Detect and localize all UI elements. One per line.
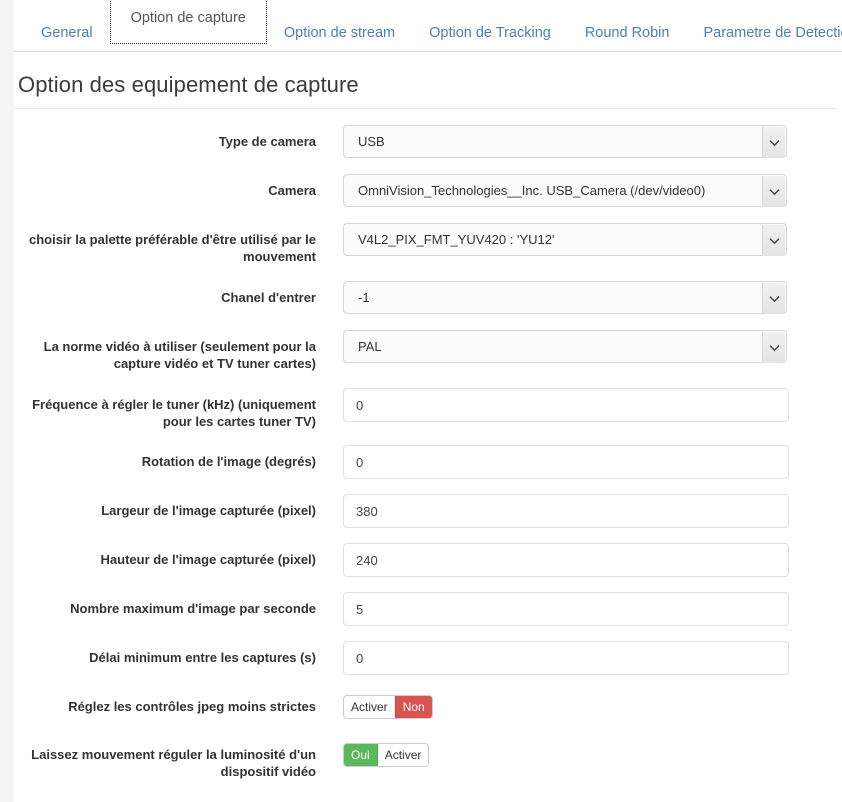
toggle-group-auto-brightness[interactable]: Oui Activer: [343, 743, 430, 767]
control-wrap-camera: OmniVision_Technologies__Inc. USB_Camera…: [316, 174, 842, 207]
label-video-norm: La norme vidéo à utiliser (seulement pou…: [43, 339, 316, 371]
control-wrap-auto-brightness: Oui Activer: [316, 738, 842, 767]
chevron-down-icon[interactable]: [762, 332, 785, 363]
label-height: Hauteur de l'image capturée (pixel): [100, 552, 316, 567]
form-row-max-fps: Nombre maximum d'image par seconde: [14, 592, 842, 626]
tab-round-robin[interactable]: Round Robin: [568, 15, 687, 53]
form-row-auto-brightness: Laissez mouvement réguler la luminosité …: [14, 738, 842, 780]
toggle-auto-brightness-on[interactable]: Oui: [344, 744, 378, 766]
label-jpeg-relaxed: Réglez les contrôles jpeg moins strictes: [68, 699, 316, 714]
select-camera-value: OmniVision_Technologies__Inc. USB_Camera…: [358, 183, 706, 198]
input-min-delay[interactable]: [343, 641, 789, 675]
label-camera-type: Type de camera: [218, 134, 316, 149]
form-row-rotation: Rotation de l'image (degrés): [14, 445, 842, 479]
tab-parametre-de-detection[interactable]: Parametre de Detection: [686, 15, 842, 53]
control-wrap-width: [316, 494, 842, 528]
content-container: General Option de capture Option de stre…: [14, 0, 842, 802]
label-palette: choisir la palette préférable d'être uti…: [28, 232, 316, 264]
label-rotation: Rotation de l'image (degrés): [141, 454, 316, 469]
control-wrap-camera-type: USB: [316, 125, 842, 158]
control-wrap-max-fps: [316, 592, 842, 626]
form-row-camera: Camera OmniVision_Technologies__Inc. USB…: [14, 174, 842, 207]
label-input-channel: Chanel d'entrer: [221, 290, 316, 305]
form-row-min-delay: Délai minimum entre les captures (s): [14, 641, 842, 675]
chevron-down-icon[interactable]: [762, 283, 785, 314]
form-row-jpeg-relaxed: Réglez les contrôles jpeg moins strictes…: [14, 690, 842, 719]
form-row-video-norm: La norme vidéo à utiliser (seulement pou…: [14, 330, 842, 372]
select-palette[interactable]: V4L2_PIX_FMT_YUV420 : 'YU12': [343, 223, 787, 256]
control-wrap-rotation: [316, 445, 842, 479]
toggle-group-jpeg-relaxed[interactable]: Activer Non: [343, 695, 433, 719]
form-row-height: Hauteur de l'image capturée (pixel): [14, 543, 842, 577]
label-tuner-frequency: Fréquence à régler le tuner (kHz) (uniqu…: [32, 397, 316, 429]
control-wrap-min-delay: [316, 641, 842, 675]
tab-option-de-stream[interactable]: Option de stream: [267, 15, 412, 53]
page-root: General Option de capture Option de stre…: [0, 0, 842, 802]
toggle-auto-brightness-off[interactable]: Activer: [377, 744, 429, 766]
form-row-width: Largeur de l'image capturée (pixel): [14, 494, 842, 528]
form-row-tuner-frequency: Fréquence à régler le tuner (kHz) (uniqu…: [14, 388, 842, 430]
chevron-down-icon[interactable]: [762, 225, 785, 256]
form-row-palette: choisir la palette préférable d'être uti…: [14, 223, 842, 265]
tab-option-de-capture[interactable]: Option de capture: [109, 0, 267, 44]
control-wrap-jpeg-relaxed: Activer Non: [316, 690, 842, 719]
page-title: Option des equipement de capture: [18, 72, 359, 97]
control-wrap-tuner-frequency: [316, 388, 842, 422]
form-row-input-channel: Chanel d'entrer -1: [14, 281, 842, 314]
tab-option-de-tracking[interactable]: Option de Tracking: [412, 15, 568, 53]
input-width[interactable]: [343, 494, 789, 528]
select-video-norm-value: PAL: [358, 339, 382, 354]
label-max-fps: Nombre maximum d'image par seconde: [70, 601, 316, 616]
form-row-camera-type: Type de camera USB: [14, 125, 842, 158]
select-input-channel[interactable]: -1: [343, 281, 787, 314]
select-camera-type[interactable]: USB: [343, 125, 787, 158]
toggle-jpeg-relaxed-on[interactable]: Non: [394, 696, 432, 718]
capture-options-form: Type de camera USB Camera OmniVision_Tec…: [14, 109, 842, 780]
select-video-norm[interactable]: PAL: [343, 330, 787, 363]
input-rotation[interactable]: [343, 445, 789, 479]
input-tuner-frequency[interactable]: [343, 388, 789, 422]
tab-general[interactable]: General: [24, 15, 110, 53]
chevron-down-icon[interactable]: [762, 127, 785, 158]
input-max-fps[interactable]: [343, 592, 789, 626]
control-wrap-video-norm: PAL: [316, 330, 842, 363]
input-height[interactable]: [343, 543, 789, 577]
select-camera-type-value: USB: [358, 134, 385, 149]
tab-bar: General Option de capture Option de stre…: [14, 0, 842, 52]
label-camera: Camera: [268, 183, 316, 198]
toggle-jpeg-relaxed-off[interactable]: Activer: [344, 696, 395, 718]
label-width: Largeur de l'image capturée (pixel): [101, 503, 316, 518]
label-auto-brightness: Laissez mouvement réguler la luminosité …: [31, 747, 316, 779]
select-camera[interactable]: OmniVision_Technologies__Inc. USB_Camera…: [343, 174, 787, 207]
control-wrap-input-channel: -1: [316, 281, 842, 314]
control-wrap-palette: V4L2_PIX_FMT_YUV420 : 'YU12': [316, 223, 842, 256]
select-palette-value: V4L2_PIX_FMT_YUV420 : 'YU12': [358, 232, 555, 247]
control-wrap-height: [316, 543, 842, 577]
chevron-down-icon[interactable]: [762, 176, 785, 207]
select-input-channel-value: -1: [358, 290, 370, 305]
label-min-delay: Délai minimum entre les captures (s): [89, 650, 316, 665]
